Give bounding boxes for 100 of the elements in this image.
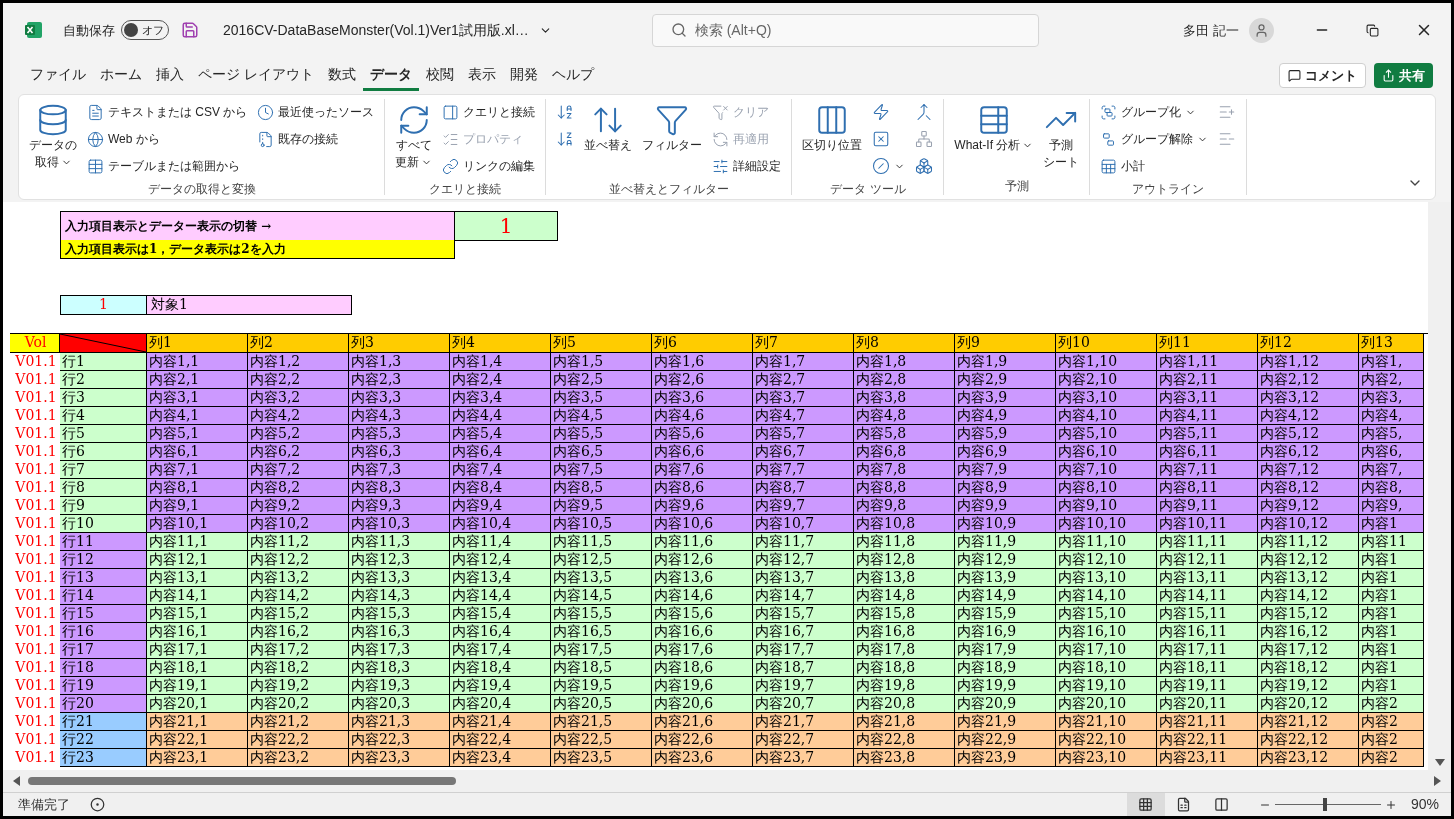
flash-fill-icon [872, 103, 891, 122]
ribbon-button[interactable]: 詳細設定 [708, 152, 786, 180]
share-button[interactable]: 共有 [1374, 63, 1433, 89]
globe-icon [87, 130, 104, 148]
user-name: 多田 記一 [1183, 21, 1239, 40]
reapply-icon [712, 130, 730, 148]
data-model-icon [915, 157, 934, 176]
ribbon-button[interactable]: グループ化 [1096, 98, 1213, 126]
text-file-icon [87, 103, 104, 121]
comment-button[interactable]: コメント [1279, 63, 1366, 89]
column-header-cell: 列6 [652, 333, 753, 353]
panel-icon [442, 103, 460, 121]
consolidate-icon [915, 103, 934, 122]
menu-tab[interactable]: ホーム [93, 60, 149, 91]
share-icon [1382, 69, 1395, 83]
sort-ascending-icon [556, 103, 575, 122]
menu-tab[interactable]: ファイル [23, 60, 93, 91]
zoom-percent[interactable]: 90% [1410, 794, 1439, 815]
horizontal-scrollbar-thumb[interactable] [28, 777, 456, 786]
target-name-cell[interactable]: 対象1 [147, 294, 352, 315]
scroll-right-icon[interactable] [1434, 776, 1441, 787]
menu-tab[interactable]: 表示 [460, 60, 503, 91]
ribbon-button[interactable]: グループ解除 [1096, 125, 1213, 153]
file-icon [257, 130, 275, 148]
column-header-cell: 列4 [450, 333, 551, 353]
menu-tab[interactable]: 数式 [320, 60, 363, 91]
group-title: アウトライン [1131, 180, 1206, 198]
search-input[interactable]: 検索 (Alt+Q) [694, 19, 995, 41]
column-header-cell: 列2 [248, 333, 349, 353]
menu-tab[interactable]: 挿入 [149, 60, 191, 91]
status-text: 準備完了 [18, 795, 70, 814]
ribbon-button[interactable]: テーブルまたは範囲から [83, 152, 252, 180]
zoom-slider-thumb[interactable] [1322, 798, 1327, 811]
vol-cell-text: V01.1 [14, 370, 58, 389]
ribbon-button[interactable]: 並べ替え [580, 98, 637, 154]
macro-record-icon[interactable] [90, 797, 105, 812]
vol-cell-text: V01.1 [14, 352, 58, 371]
search-icon [670, 22, 687, 39]
user-avatar[interactable] [1249, 17, 1274, 43]
page-layout-icon [1176, 797, 1192, 812]
target-number-cell[interactable]: 1 [60, 294, 147, 315]
ribbon-button[interactable]: クエリと接続 [438, 98, 540, 126]
remove-duplicates-icon [872, 130, 891, 149]
vol-cell-text: V01.1 [14, 622, 58, 641]
ribbon-button[interactable]: データの 取得 [25, 98, 81, 171]
ribbon-button[interactable]: リンクの編集 [438, 152, 540, 180]
vol-cell-text: V01.1 [14, 424, 58, 443]
autosave-label: 自動保存 [63, 21, 115, 40]
scroll-down-icon[interactable] [1434, 759, 1445, 767]
vol-header-cell: Vol [10, 333, 60, 353]
menu-tab[interactable]: 開発 [502, 60, 545, 91]
ribbon-button[interactable]: Web から [83, 125, 252, 153]
ribbon-button[interactable]: What-If 分析 [950, 98, 1038, 154]
column-header-cell: 列12 [1258, 333, 1359, 353]
zoom-in-icon[interactable] [1384, 798, 1397, 811]
column-header-cell: 列3 [349, 333, 450, 353]
clear-filter-icon [712, 103, 730, 121]
group-title: 並べ替えとフィルター [607, 180, 730, 198]
vol-cell-text: V01.1 [14, 496, 58, 515]
menu-tab[interactable]: ページ レイアウト [191, 60, 321, 91]
vol-cell-text: V01.1 [14, 568, 58, 587]
menu-tab[interactable]: 校閲 [418, 60, 461, 91]
ribbon-button[interactable]: 最近使ったソース [253, 98, 379, 126]
ribbon-button[interactable]: すべて 更新 [391, 98, 437, 171]
ribbon-button[interactable]: 予測 シート [1039, 98, 1084, 171]
column-header-cell: 列7 [753, 333, 854, 353]
scroll-left-icon[interactable] [13, 776, 20, 787]
vol-cell-text: V01.1 [14, 712, 58, 731]
page-break-icon [1214, 797, 1230, 812]
zoom-slider-track[interactable] [1274, 798, 1381, 811]
ribbon-button[interactable]: 区切り位置 [798, 98, 867, 154]
vol-cell-text: V01.1 [14, 514, 58, 533]
comment-icon [1288, 69, 1301, 83]
restore-icon[interactable] [1366, 23, 1379, 37]
column-header-cell: 列10 [1056, 333, 1157, 353]
vol-cell-text: V01.1 [14, 676, 58, 695]
group-title: 予測 [1003, 177, 1030, 195]
switch-value-cell[interactable]: 1 [455, 210, 558, 241]
vol-cell-text: V01.1 [14, 748, 58, 767]
ribbon-button[interactable]: フィルター [638, 98, 707, 154]
ribbon-button[interactable]: 既存の接続 [253, 125, 379, 153]
menu-tab[interactable]: ヘルプ [544, 60, 601, 91]
group-title: データの取得と変換 [146, 180, 257, 198]
vol-cell-text: V01.1 [14, 658, 58, 677]
vol-cell-text: V01.1 [14, 730, 58, 749]
file-name: 2016CV-DataBaseMonster(Vol.1)Ver1試用版.xl… [223, 20, 529, 40]
menu-tab[interactable]: データ [362, 60, 419, 91]
search-field[interactable]: 検索 (Alt+Q) [651, 13, 1039, 47]
group-title: データ ツール [829, 180, 907, 198]
view-button[interactable] [1126, 793, 1165, 816]
group-icon [1100, 103, 1118, 121]
vol-cell-text: V01.1 [14, 460, 58, 479]
ribbon-button[interactable]: 小計 [1096, 152, 1213, 180]
save-icon[interactable] [181, 21, 199, 40]
column-header-cell: 列5 [551, 333, 652, 353]
vol-cell-text: V01.1 [14, 640, 58, 659]
group-title: クエリと接続 [428, 180, 503, 198]
advanced-filter-icon [712, 157, 730, 175]
vol-cell-text: V01.1 [14, 442, 58, 461]
ribbon-button[interactable]: テキストまたは CSV から [83, 98, 252, 126]
